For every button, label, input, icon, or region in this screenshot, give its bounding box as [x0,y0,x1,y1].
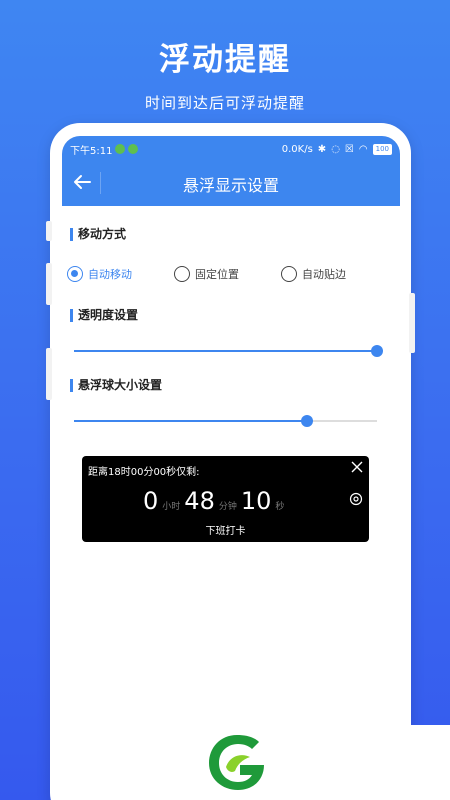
seconds-unit: 秒 [275,502,285,512]
ball-size-slider[interactable] [74,414,377,428]
divider [100,172,101,194]
brand-logo-icon [209,735,264,790]
phone-side-button [46,263,52,305]
network-speed: 0.0K/s [281,143,313,155]
radio-selected-icon [67,266,83,282]
phone-side-button [409,293,415,353]
status-bar: 下午5:11 0.0K/s ✱ ◌ ☒ ◠ 100 [62,136,400,162]
battery-icon: 100 [372,143,392,155]
ball-size-label: 悬浮球大小设置 [70,379,162,392]
radio-auto-move[interactable]: 自动移动 [67,266,132,282]
page-title: 悬浮显示设置 [182,176,279,195]
move-mode-label: 移动方式 [70,228,126,241]
move-mode-options: 自动移动 固定位置 自动贴边 [67,266,346,282]
card-footer-label: 下班打卡 [205,526,246,537]
brand-logo-area [200,725,450,800]
radio-label: 固定位置 [195,268,239,281]
close-icon[interactable] [351,461,363,473]
sim-icon: ☒ [344,143,354,155]
gear-icon[interactable] [349,492,363,506]
seconds-value: 10 [240,487,272,515]
notification-icon [128,144,139,154]
slider-thumb[interactable] [371,345,383,357]
promo-title: 浮动提醒 [159,42,291,78]
slider-fill [74,350,377,352]
bluetooth-icon: ✱ [317,143,327,155]
radio-label: 自动贴边 [302,268,346,281]
radio-unselected-icon [281,266,297,282]
hours-unit: 小时 [162,502,181,512]
slider-fill [74,420,308,422]
radio-fixed-position[interactable]: 固定位置 [174,266,239,282]
phone-frame: 下午5:11 0.0K/s ✱ ◌ ☒ ◠ 100 悬浮显示设置 移动方式 自动… [46,123,415,800]
opacity-label: 透明度设置 [70,309,138,322]
settings-content: 移动方式 自动移动 固定位置 自动贴边 透明度设置 悬浮球大小设置 距离18时0… [62,206,400,800]
hours-value: 0 [143,487,159,515]
wifi-icon: ◠ [358,143,368,155]
phone-side-button [46,348,52,400]
radio-label: 自动移动 [88,268,132,281]
status-time: 下午5:11 [70,145,113,157]
countdown-label: 距离18时00分00秒仅剩: [88,467,200,478]
phone-screen: 下午5:11 0.0K/s ✱ ◌ ☒ ◠ 100 悬浮显示设置 移动方式 自动… [62,136,400,800]
slider-thumb[interactable] [301,415,314,427]
minutes-unit: 分钟 [218,502,237,512]
notification-icon [115,144,126,154]
phone-side-button [46,221,52,241]
opacity-slider[interactable] [74,344,383,358]
back-arrow-icon[interactable] [70,170,94,194]
radio-unselected-icon [174,266,190,282]
app-bar: 下午5:11 0.0K/s ✱ ◌ ☒ ◠ 100 悬浮显示设置 [62,136,400,206]
alarm-icon: ◌ [331,143,340,155]
float-preview-card[interactable]: 距离18时00分00秒仅剩: 0 小时 48 分钟 10 秒 下班打卡 [82,456,369,542]
minutes-value: 48 [184,487,215,515]
countdown-timer: 0 小时 48 分钟 10 秒 [82,487,369,515]
radio-auto-snap[interactable]: 自动贴边 [281,266,346,282]
promo-subtitle: 时间到达后可浮动提醒 [144,94,305,112]
